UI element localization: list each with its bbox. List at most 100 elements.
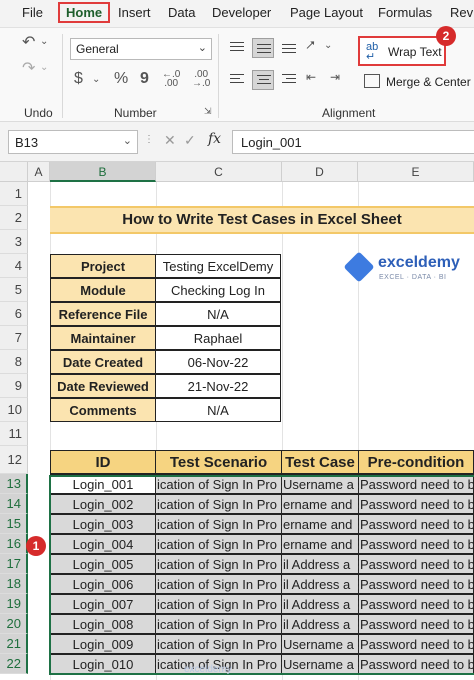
name-box[interactable]: B13 ⌄ <box>8 130 138 154</box>
table-row-id[interactable]: Login_007 <box>50 594 156 614</box>
row-header-3[interactable]: 3 <box>0 230 28 254</box>
row-header-4[interactable]: 4 <box>0 254 28 278</box>
table-row-id[interactable]: Login_009 <box>50 634 156 654</box>
select-all-corner[interactable] <box>0 162 28 182</box>
info-value-reference-file[interactable]: N/A <box>155 302 281 326</box>
info-value-comments[interactable]: N/A <box>155 398 281 422</box>
merge-center-button[interactable]: Merge & Center <box>362 72 474 94</box>
table-row-precondition[interactable]: Password need to b <box>358 594 474 614</box>
row-header-10[interactable]: 10 <box>0 398 28 422</box>
table-row-id[interactable]: Login_008 <box>50 614 156 634</box>
row-header-17[interactable]: 17 <box>0 554 28 574</box>
info-value-date-created[interactable]: 06-Nov-22 <box>155 350 281 374</box>
row-header-5[interactable]: 5 <box>0 278 28 302</box>
more-icon[interactable]: ⋮ <box>144 134 154 145</box>
table-row-case[interactable]: Username a <box>281 634 359 654</box>
table-row-id[interactable]: Login_010 <box>50 654 156 674</box>
row-header-8[interactable]: 8 <box>0 350 28 374</box>
row-header-18[interactable]: 18 <box>0 574 28 594</box>
table-row-id[interactable]: Login_003 <box>50 514 156 534</box>
table-row-scenario[interactable]: ication of Sign In Pro <box>155 514 282 534</box>
table-row-case[interactable]: il Address a <box>281 594 359 614</box>
decrease-indent-icon[interactable]: ⇤ <box>306 70 316 84</box>
table-row-case[interactable]: ername and <box>281 494 359 514</box>
header-test-case[interactable]: Test Case <box>281 450 359 474</box>
align-center-icon[interactable] <box>252 70 274 90</box>
formula-input[interactable]: Login_001 <box>232 130 474 154</box>
table-row-precondition[interactable]: Password need to b <box>358 494 474 514</box>
menu-insert[interactable]: Insert <box>118 5 151 20</box>
table-row-id[interactable]: Login_001 <box>50 474 156 494</box>
table-row-scenario[interactable]: ication of Sign In Pro <box>155 594 282 614</box>
table-row-scenario[interactable]: ication of Sign In Pro <box>155 494 282 514</box>
align-left-icon[interactable] <box>226 70 248 90</box>
table-row-precondition[interactable]: Password need to b <box>358 634 474 654</box>
table-row-id[interactable]: Login_006 <box>50 574 156 594</box>
column-header-e[interactable]: E <box>358 162 474 182</box>
number-format-select[interactable]: General ⌄ <box>70 38 212 60</box>
wrap-text-button[interactable]: ab ↵ Wrap Text <box>358 36 446 66</box>
menu-developer[interactable]: Developer <box>212 5 271 20</box>
column-header-d[interactable]: D <box>282 162 358 182</box>
table-row-scenario[interactable]: ication of Sign In Pro <box>155 474 282 494</box>
table-row-precondition[interactable]: Password need to b <box>358 514 474 534</box>
cancel-icon[interactable]: ✕ <box>164 132 176 149</box>
menu-home[interactable]: Home <box>58 2 111 23</box>
info-value-maintainer[interactable]: Raphael <box>155 326 281 350</box>
table-row-scenario[interactable]: ication of Sign In Pro <box>155 614 282 634</box>
row-header-15[interactable]: 15 <box>0 514 28 534</box>
redo-dropdown-icon[interactable]: ⌄ <box>40 62 48 73</box>
dialog-launcher-icon[interactable]: ⇲ <box>204 106 212 117</box>
insert-function-icon[interactable]: fx <box>208 131 221 147</box>
row-header-20[interactable]: 20 <box>0 614 28 634</box>
info-key-date-reviewed[interactable]: Date Reviewed <box>50 374 156 398</box>
table-row-precondition[interactable]: Password need to b <box>358 534 474 554</box>
comma-style-icon[interactable]: 9 <box>140 70 149 88</box>
header-id[interactable]: ID <box>50 450 156 474</box>
row-header-16[interactable]: 16 <box>0 534 28 554</box>
menu-page-layout[interactable]: Page Layout <box>290 5 363 20</box>
undo-dropdown-icon[interactable]: ⌄ <box>40 36 48 47</box>
percent-icon[interactable]: % <box>114 70 128 88</box>
table-row-precondition[interactable]: Password need to b <box>358 614 474 634</box>
info-key-reference-file[interactable]: Reference File <box>50 302 156 326</box>
row-header-22[interactable]: 22 <box>0 654 28 674</box>
row-header-6[interactable]: 6 <box>0 302 28 326</box>
row-header-12[interactable]: 12 <box>0 446 28 474</box>
row-header-7[interactable]: 7 <box>0 326 28 350</box>
info-value-module[interactable]: Checking Log In <box>155 278 281 302</box>
row-header-14[interactable]: 14 <box>0 494 28 514</box>
table-row-case[interactable]: il Address a <box>281 554 359 574</box>
column-header-c[interactable]: C <box>156 162 282 182</box>
menu-formulas[interactable]: Formulas <box>378 5 432 20</box>
table-row-scenario[interactable]: ication of Sign In Pro <box>155 634 282 654</box>
undo-icon[interactable]: ↶ <box>22 32 35 52</box>
table-row-case[interactable]: Username a <box>281 654 359 674</box>
header-test-scenario[interactable]: Test Scenario <box>155 450 282 474</box>
column-header-b[interactable]: B <box>50 162 156 182</box>
table-row-precondition[interactable]: Password need to b <box>358 554 474 574</box>
decrease-decimal-icon[interactable]: .00 →.0 <box>192 70 210 89</box>
info-key-comments[interactable]: Comments <box>50 398 156 422</box>
row-header-21[interactable]: 21 <box>0 634 28 654</box>
menu-file[interactable]: File <box>22 5 43 20</box>
column-header-a[interactable]: A <box>28 162 50 182</box>
table-row-case[interactable]: il Address a <box>281 574 359 594</box>
info-key-module[interactable]: Module <box>50 278 156 302</box>
middle-align-icon[interactable] <box>252 38 274 58</box>
table-row-case[interactable]: il Address a <box>281 614 359 634</box>
table-row-scenario[interactable]: ication of Sign In Pro <box>155 574 282 594</box>
table-row-case[interactable]: Username a <box>281 474 359 494</box>
top-align-icon[interactable] <box>226 38 248 58</box>
currency-dropdown-icon[interactable]: ⌄ <box>92 74 100 85</box>
info-value-date-reviewed[interactable]: 21-Nov-22 <box>155 374 281 398</box>
row-header-2[interactable]: 2 <box>0 206 28 230</box>
info-key-maintainer[interactable]: Maintainer <box>50 326 156 350</box>
table-row-precondition[interactable]: Password need to b <box>358 574 474 594</box>
table-row-scenario[interactable]: ication of Sign In Pro <box>155 534 282 554</box>
row-header-1[interactable]: 1 <box>0 182 28 206</box>
row-header-9[interactable]: 9 <box>0 374 28 398</box>
info-key-date-created[interactable]: Date Created <box>50 350 156 374</box>
table-row-precondition[interactable]: Password need to b <box>358 474 474 494</box>
orientation-dropdown-icon[interactable]: ⌄ <box>324 40 332 51</box>
